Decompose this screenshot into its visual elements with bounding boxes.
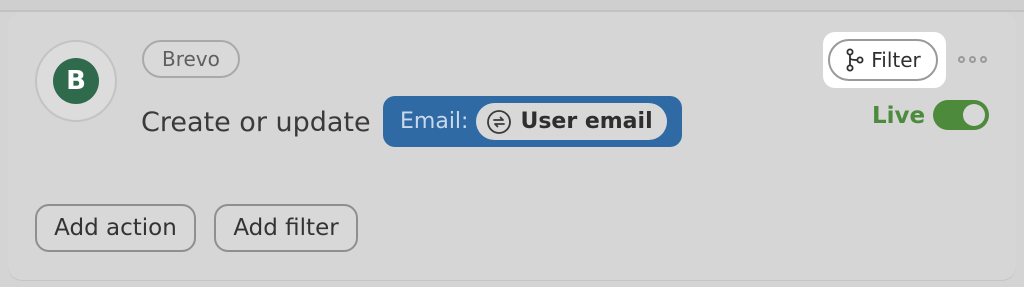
filter-button-label: Filter [871, 48, 921, 72]
more-options-button[interactable] [955, 46, 989, 72]
action-description: Create or update [141, 107, 371, 138]
screen: B Brevo Create or update Email: User ema… [0, 0, 1024, 287]
email-field-pill[interactable]: Email: User email [383, 96, 682, 147]
live-status-label: Live [872, 103, 926, 129]
branch-filter-icon [846, 48, 864, 72]
add-filter-button[interactable]: Add filter [214, 204, 358, 252]
more-dots-icon [957, 55, 965, 63]
more-dot [979, 55, 987, 63]
live-toggle[interactable] [933, 100, 989, 130]
previous-card-edge [0, 0, 1024, 12]
add-action-button[interactable]: Add action [35, 204, 196, 252]
app-name-badge: Brevo [142, 40, 240, 78]
filter-button[interactable]: Filter [828, 39, 938, 81]
add-action-label: Add action [54, 215, 177, 241]
user-email-chip[interactable]: User email [476, 103, 667, 140]
email-field-label: Email: [400, 109, 469, 134]
more-dot [968, 55, 976, 63]
add-filter-label: Add filter [233, 215, 339, 241]
toggle-knob [963, 104, 985, 126]
app-avatar: B [35, 40, 117, 122]
user-email-label: User email [520, 109, 653, 134]
app-name-label: Brevo [162, 47, 220, 71]
sync-icon [487, 109, 512, 134]
brevo-logo-icon: B [53, 58, 99, 104]
